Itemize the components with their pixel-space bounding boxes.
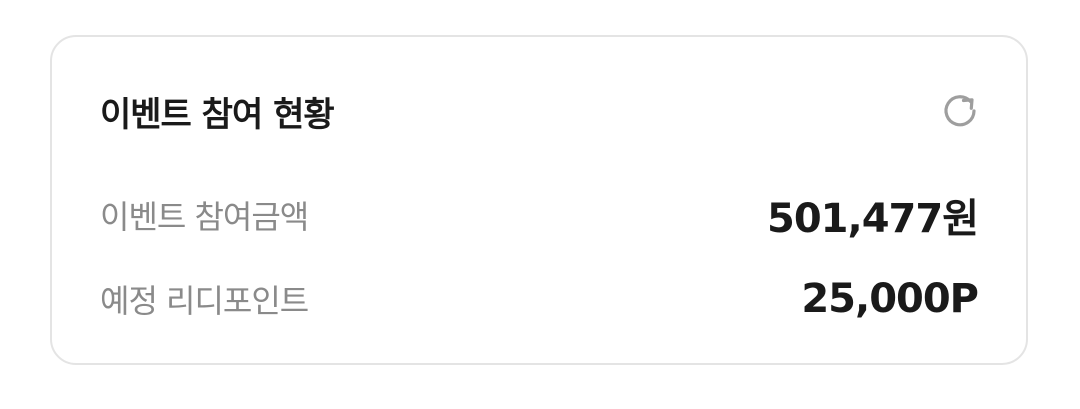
expected-points-row: 예정 리디포인트 25,000P [100,275,979,323]
refresh-button[interactable] [938,89,982,133]
card-title: 이벤트 참여 현황 [100,94,335,135]
refresh-icon [944,95,976,127]
event-participation-card: 이벤트 참여 현황 이벤트 참여금액 501,477원 예정 리디포인트 25,… [50,35,1028,365]
card-header: 이벤트 참여 현황 [100,89,978,135]
expected-points-label: 예정 리디포인트 [100,282,309,320]
participation-amount-value: 501,477원 [767,196,979,242]
expected-points-value: 25,000P [801,276,979,322]
participation-amount-row: 이벤트 참여금액 501,477원 [100,191,979,242]
participation-amount-label: 이벤트 참여금액 [100,198,309,236]
